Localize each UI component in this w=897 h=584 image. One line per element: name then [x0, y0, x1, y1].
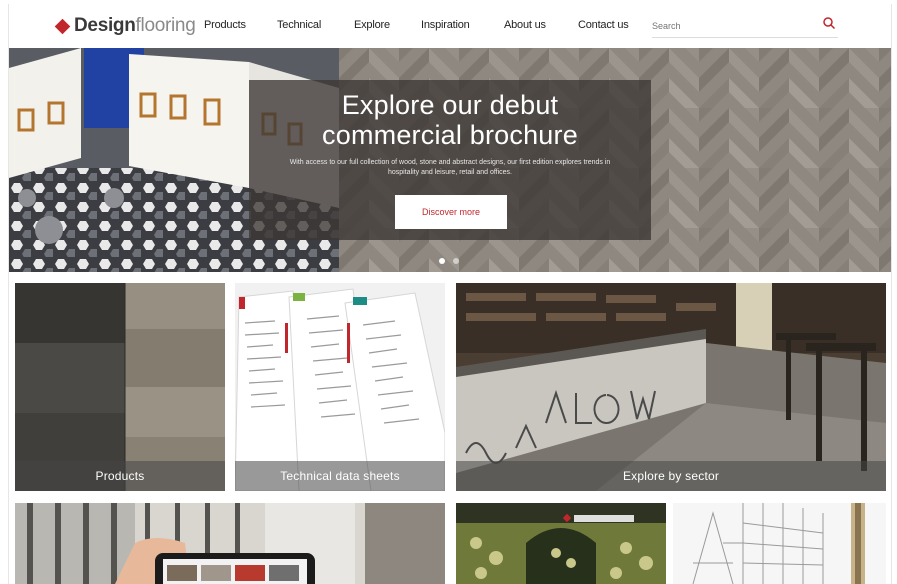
hero-overlay-panel: Explore our debut commercial brochure Wi… [249, 80, 651, 240]
tile-explore-by-sector[interactable]: Explore by sector [456, 283, 886, 491]
search-icon[interactable] [822, 16, 836, 30]
carousel-dot-2[interactable] [453, 258, 459, 264]
search-input[interactable] [652, 17, 812, 35]
hero-subtitle: With access to our full collection of wo… [289, 159, 611, 176]
technical-data-sheets-image [235, 283, 445, 491]
site-header: Design flooring Products Technical Explo… [9, 4, 891, 48]
inspiration-green-arch-image [456, 503, 666, 584]
architectural-sketch-image [673, 503, 886, 584]
carousel-dot-1[interactable] [439, 258, 445, 264]
nav-about-us[interactable]: About us [504, 19, 546, 31]
site-logo[interactable]: Design flooring [54, 13, 196, 39]
hero-carousel[interactable]: Explore our debut commercial brochure Wi… [9, 48, 891, 272]
app-on-phone-image [15, 503, 445, 584]
tile-inspiration[interactable] [456, 503, 666, 584]
tile-technical-data-sheets[interactable]: Technical data sheets [235, 283, 445, 491]
explore-by-sector-bar-interior-image [456, 283, 886, 491]
tile-products-caption: Products [15, 461, 225, 491]
page-frame: Design flooring Products Technical Explo… [8, 4, 892, 584]
hero-title-line-2: commercial brochure [322, 120, 578, 150]
logo-text-light: flooring [135, 15, 196, 36]
nav-inspiration[interactable]: Inspiration [421, 19, 470, 31]
nav-products[interactable]: Products [204, 19, 246, 31]
tile-explore-caption: Explore by sector [456, 461, 886, 491]
products-flooring-samples-image [15, 283, 225, 491]
logo-text-strong: Design [74, 15, 136, 36]
nav-explore[interactable]: Explore [354, 19, 390, 31]
tile-products[interactable]: Products [15, 283, 225, 491]
search-box [652, 14, 838, 38]
tile-app-showcase[interactable] [15, 503, 445, 584]
nav-technical[interactable]: Technical [277, 19, 321, 31]
tile-sketch[interactable] [673, 503, 886, 584]
tile-technical-caption: Technical data sheets [235, 461, 445, 491]
hero-title: Explore our debut commercial brochure [249, 90, 651, 150]
discover-more-button[interactable]: Discover more [395, 195, 507, 229]
carousel-dots [439, 258, 459, 266]
logo-diamond-icon [54, 18, 71, 34]
nav-contact-us[interactable]: Contact us [578, 19, 629, 31]
hero-title-line-1: Explore our debut [341, 90, 559, 120]
